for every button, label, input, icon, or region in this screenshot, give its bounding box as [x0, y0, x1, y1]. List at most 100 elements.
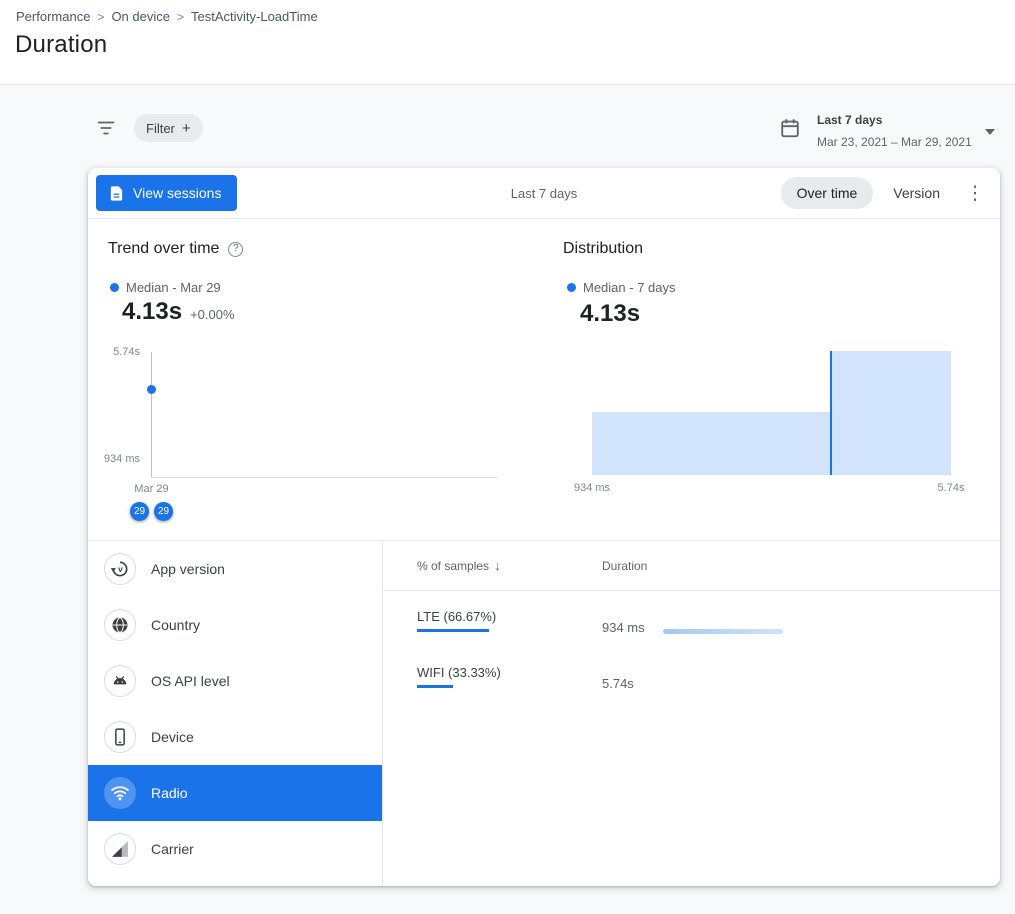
top-bar: Performance > On device > TestActivity-L…	[0, 0, 1015, 85]
table-row[interactable]: WIFI (33.33%) 5.74s	[383, 647, 1000, 703]
trend-title-text: Trend over time	[108, 240, 219, 258]
trend-x-axis-line	[151, 477, 497, 478]
distribution-chart-title: Distribution	[563, 240, 643, 258]
filter-list-icon[interactable]	[95, 117, 117, 139]
breakdown-item-label: Device	[151, 729, 194, 745]
distribution-x-axis: 934 ms 5.74s	[592, 482, 951, 496]
distribution-x-min: 934 ms	[574, 482, 610, 494]
trend-x-axis-label: Mar 29	[123, 483, 180, 495]
breadcrumb-trace-name[interactable]: TestActivity-LoadTime	[191, 9, 318, 24]
trend-legend: Median - Mar 29	[110, 280, 221, 295]
smartphone-icon	[104, 721, 136, 753]
sample-bar-track	[417, 685, 525, 688]
tab-version[interactable]: Version	[877, 177, 956, 209]
chevron-down-icon	[985, 129, 995, 135]
card-header: View sessions Last 7 days Over time Vers…	[88, 168, 1000, 219]
histogram-bar	[830, 351, 951, 475]
breakdown-item-app-version[interactable]: v App version	[88, 541, 382, 597]
range-slider-end-handle[interactable]: 29	[154, 502, 173, 521]
distribution-legend-label: Median - 7 days	[583, 280, 676, 295]
overflow-menu-icon[interactable]: ⋮	[960, 178, 990, 208]
wifi-icon	[104, 777, 136, 809]
breakdown-nav: v App version Country OS API level	[88, 541, 383, 886]
app-version-icon: v	[104, 553, 136, 585]
performance-duration-page: Performance > On device > TestActivity-L…	[0, 0, 1015, 914]
date-range-picker[interactable]: Last 7 days Mar 23, 2021 – Mar 29, 2021	[776, 108, 998, 152]
breakdown-item-label: Country	[151, 617, 200, 633]
svg-text:v: v	[118, 564, 123, 574]
filter-chip-label: Filter	[146, 121, 175, 136]
breakdown-item-label: Radio	[151, 785, 188, 801]
sort-descending-icon: ↓	[494, 558, 501, 573]
trend-data-point	[147, 385, 156, 394]
page-title: Duration	[15, 31, 107, 59]
cell-signal-icon	[104, 833, 136, 865]
document-icon	[108, 185, 125, 202]
range-slider-start-handle[interactable]: 29	[130, 502, 149, 521]
table-header: % of samples ↓ Duration	[383, 541, 1000, 591]
breadcrumb-performance[interactable]: Performance	[16, 9, 90, 24]
breakdown-item-device[interactable]: Device	[88, 709, 382, 765]
breakdown-table: % of samples ↓ Duration LTE (66.67%) 934…	[383, 541, 1000, 886]
sample-cell: WIFI (33.33%)	[417, 665, 602, 688]
breakdown-item-label: OS API level	[151, 673, 230, 689]
distribution-median-value: 4.13s	[580, 300, 640, 328]
add-filter-chip[interactable]: Filter +	[134, 114, 203, 142]
trend-plot	[151, 352, 497, 478]
breakdown-section: v App version Country OS API level	[88, 540, 1000, 886]
distribution-x-max: 5.74s	[938, 482, 965, 494]
date-range-value: Mar 23, 2021 – Mar 29, 2021	[817, 135, 972, 149]
calendar-icon	[779, 117, 801, 139]
trend-delta: +0.00%	[190, 307, 234, 322]
sample-percent-bar	[417, 629, 489, 632]
android-icon	[104, 665, 136, 697]
trend-legend-label: Median - Mar 29	[126, 280, 221, 295]
duration-value: 934 ms	[602, 620, 663, 635]
histogram-bar	[592, 412, 830, 475]
column-header-samples[interactable]: % of samples ↓	[417, 558, 602, 573]
column-header-duration[interactable]: Duration	[602, 559, 647, 573]
view-sessions-button[interactable]: View sessions	[96, 175, 237, 211]
table-row[interactable]: LTE (66.67%) 934 ms	[383, 591, 1000, 647]
distribution-histogram	[592, 351, 951, 475]
trend-y-axis-line	[151, 352, 152, 478]
distribution-metric: 4.13s	[580, 300, 640, 328]
card-header-actions: Over time Version ⋮	[781, 177, 990, 209]
column-samples-label: % of samples	[417, 559, 489, 573]
median-marker-line	[830, 351, 832, 475]
plus-icon: +	[182, 121, 191, 136]
breakdown-item-label: Carrier	[151, 841, 194, 857]
breakdown-item-carrier[interactable]: Carrier	[88, 821, 382, 877]
sample-label: WIFI (33.33%)	[417, 665, 602, 680]
distribution-title-text: Distribution	[563, 240, 643, 258]
breakdown-item-label: App version	[151, 561, 225, 577]
breadcrumb: Performance > On device > TestActivity-L…	[16, 9, 318, 24]
duration-range-bar	[663, 629, 783, 634]
globe-icon	[104, 609, 136, 641]
sample-cell: LTE (66.67%)	[417, 609, 602, 632]
date-range-label: Last 7 days	[817, 113, 882, 127]
help-icon[interactable]: ?	[228, 242, 243, 257]
trend-chart-title: Trend over time ?	[108, 240, 243, 258]
trend-y-axis-min: 934 ms	[98, 453, 140, 465]
duration-value: 5.74s	[602, 676, 663, 691]
breakdown-item-radio[interactable]: Radio	[88, 765, 382, 821]
duration-card: View sessions Last 7 days Over time Vers…	[88, 168, 1000, 886]
breadcrumb-on-device[interactable]: On device	[111, 9, 170, 24]
sample-percent-bar	[417, 685, 453, 688]
sample-bar-track	[417, 629, 525, 632]
trend-y-axis-max: 5.74s	[98, 346, 140, 358]
trend-metric: 4.13s +0.00%	[122, 298, 235, 326]
distribution-legend: Median - 7 days	[567, 280, 676, 295]
breakdown-item-country[interactable]: Country	[88, 597, 382, 653]
breadcrumb-separator: >	[177, 10, 184, 24]
trend-median-value: 4.13s	[122, 298, 182, 326]
median-dot-icon	[110, 283, 119, 292]
median-dot-icon	[567, 283, 576, 292]
sample-label: LTE (66.67%)	[417, 609, 602, 624]
tab-over-time[interactable]: Over time	[781, 177, 874, 209]
breadcrumb-separator: >	[97, 10, 104, 24]
breakdown-item-os-api-level[interactable]: OS API level	[88, 653, 382, 709]
view-sessions-label: View sessions	[133, 185, 221, 201]
charts-area: Trend over time ? Median - Mar 29 4.13s …	[88, 219, 1000, 540]
